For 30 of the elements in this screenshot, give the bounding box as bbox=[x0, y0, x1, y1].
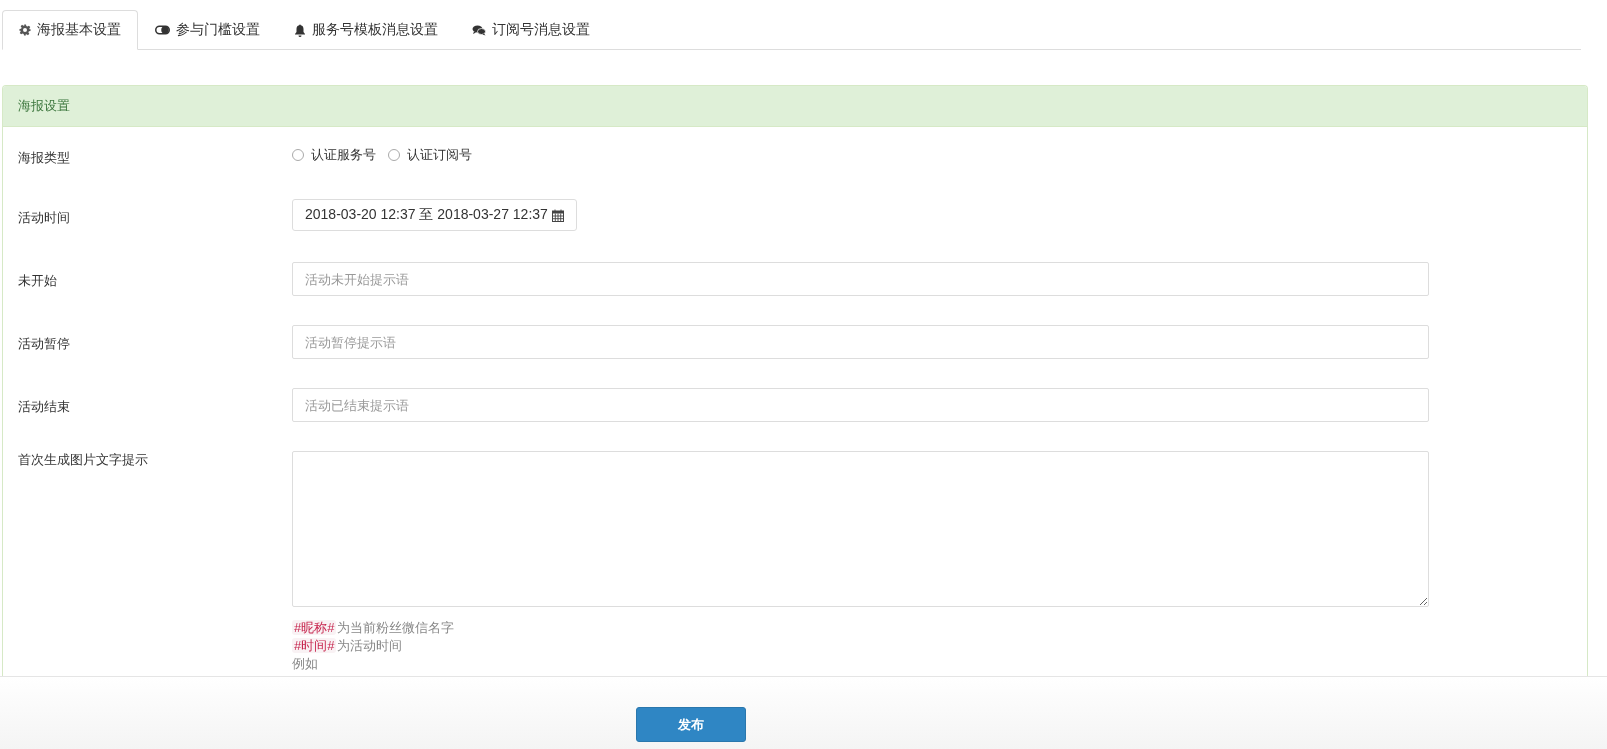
gear-icon bbox=[19, 24, 31, 36]
toggle-icon bbox=[155, 25, 170, 35]
text-input[interactable]: 活动未开始提示语 bbox=[292, 262, 1429, 296]
text-input[interactable]: 活动暂停提示语 bbox=[292, 325, 1429, 359]
bell-icon bbox=[294, 23, 306, 37]
field-label: 海报类型 bbox=[17, 149, 71, 167]
chat-bubbles-icon bbox=[472, 24, 486, 36]
field-label: 未开始 bbox=[17, 272, 58, 290]
field-label: 活动时间 bbox=[17, 209, 71, 227]
tab[interactable]: 海报基本设置 bbox=[2, 10, 138, 50]
tab[interactable]: 参与门槛设置 bbox=[138, 10, 277, 50]
field-label: 活动结束 bbox=[17, 398, 71, 416]
panel-title: 海报设置 bbox=[18, 97, 70, 115]
text-input[interactable]: 活动已结束提示语 bbox=[292, 388, 1429, 422]
date-range-field[interactable]: 2018-03-20 12:37 至 2018-03-27 12:37 bbox=[292, 199, 577, 231]
calendar-icon bbox=[551, 208, 564, 222]
hint-text: 为当前粉丝微信名字 bbox=[337, 620, 455, 635]
variable-tag: #昵称# bbox=[292, 620, 337, 635]
hint-text: 为活动时间 bbox=[337, 638, 403, 653]
hint-text: 例如 bbox=[292, 656, 318, 671]
field-label: 首次生成图片文字提示 bbox=[17, 451, 149, 469]
radio-label[interactable]: 认证服务号 bbox=[311, 146, 376, 164]
tab[interactable]: 订阅号消息设置 bbox=[455, 10, 607, 50]
radio-button[interactable] bbox=[292, 149, 304, 161]
publish-button[interactable]: 发布 bbox=[635, 707, 746, 742]
radio-button[interactable] bbox=[388, 149, 400, 161]
radio-label[interactable]: 认证订阅号 bbox=[407, 146, 472, 164]
variable-tag: #时间# bbox=[292, 638, 337, 653]
tab[interactable]: 服务号模板消息设置 bbox=[277, 10, 455, 50]
field-label: 活动暂停 bbox=[17, 335, 71, 353]
